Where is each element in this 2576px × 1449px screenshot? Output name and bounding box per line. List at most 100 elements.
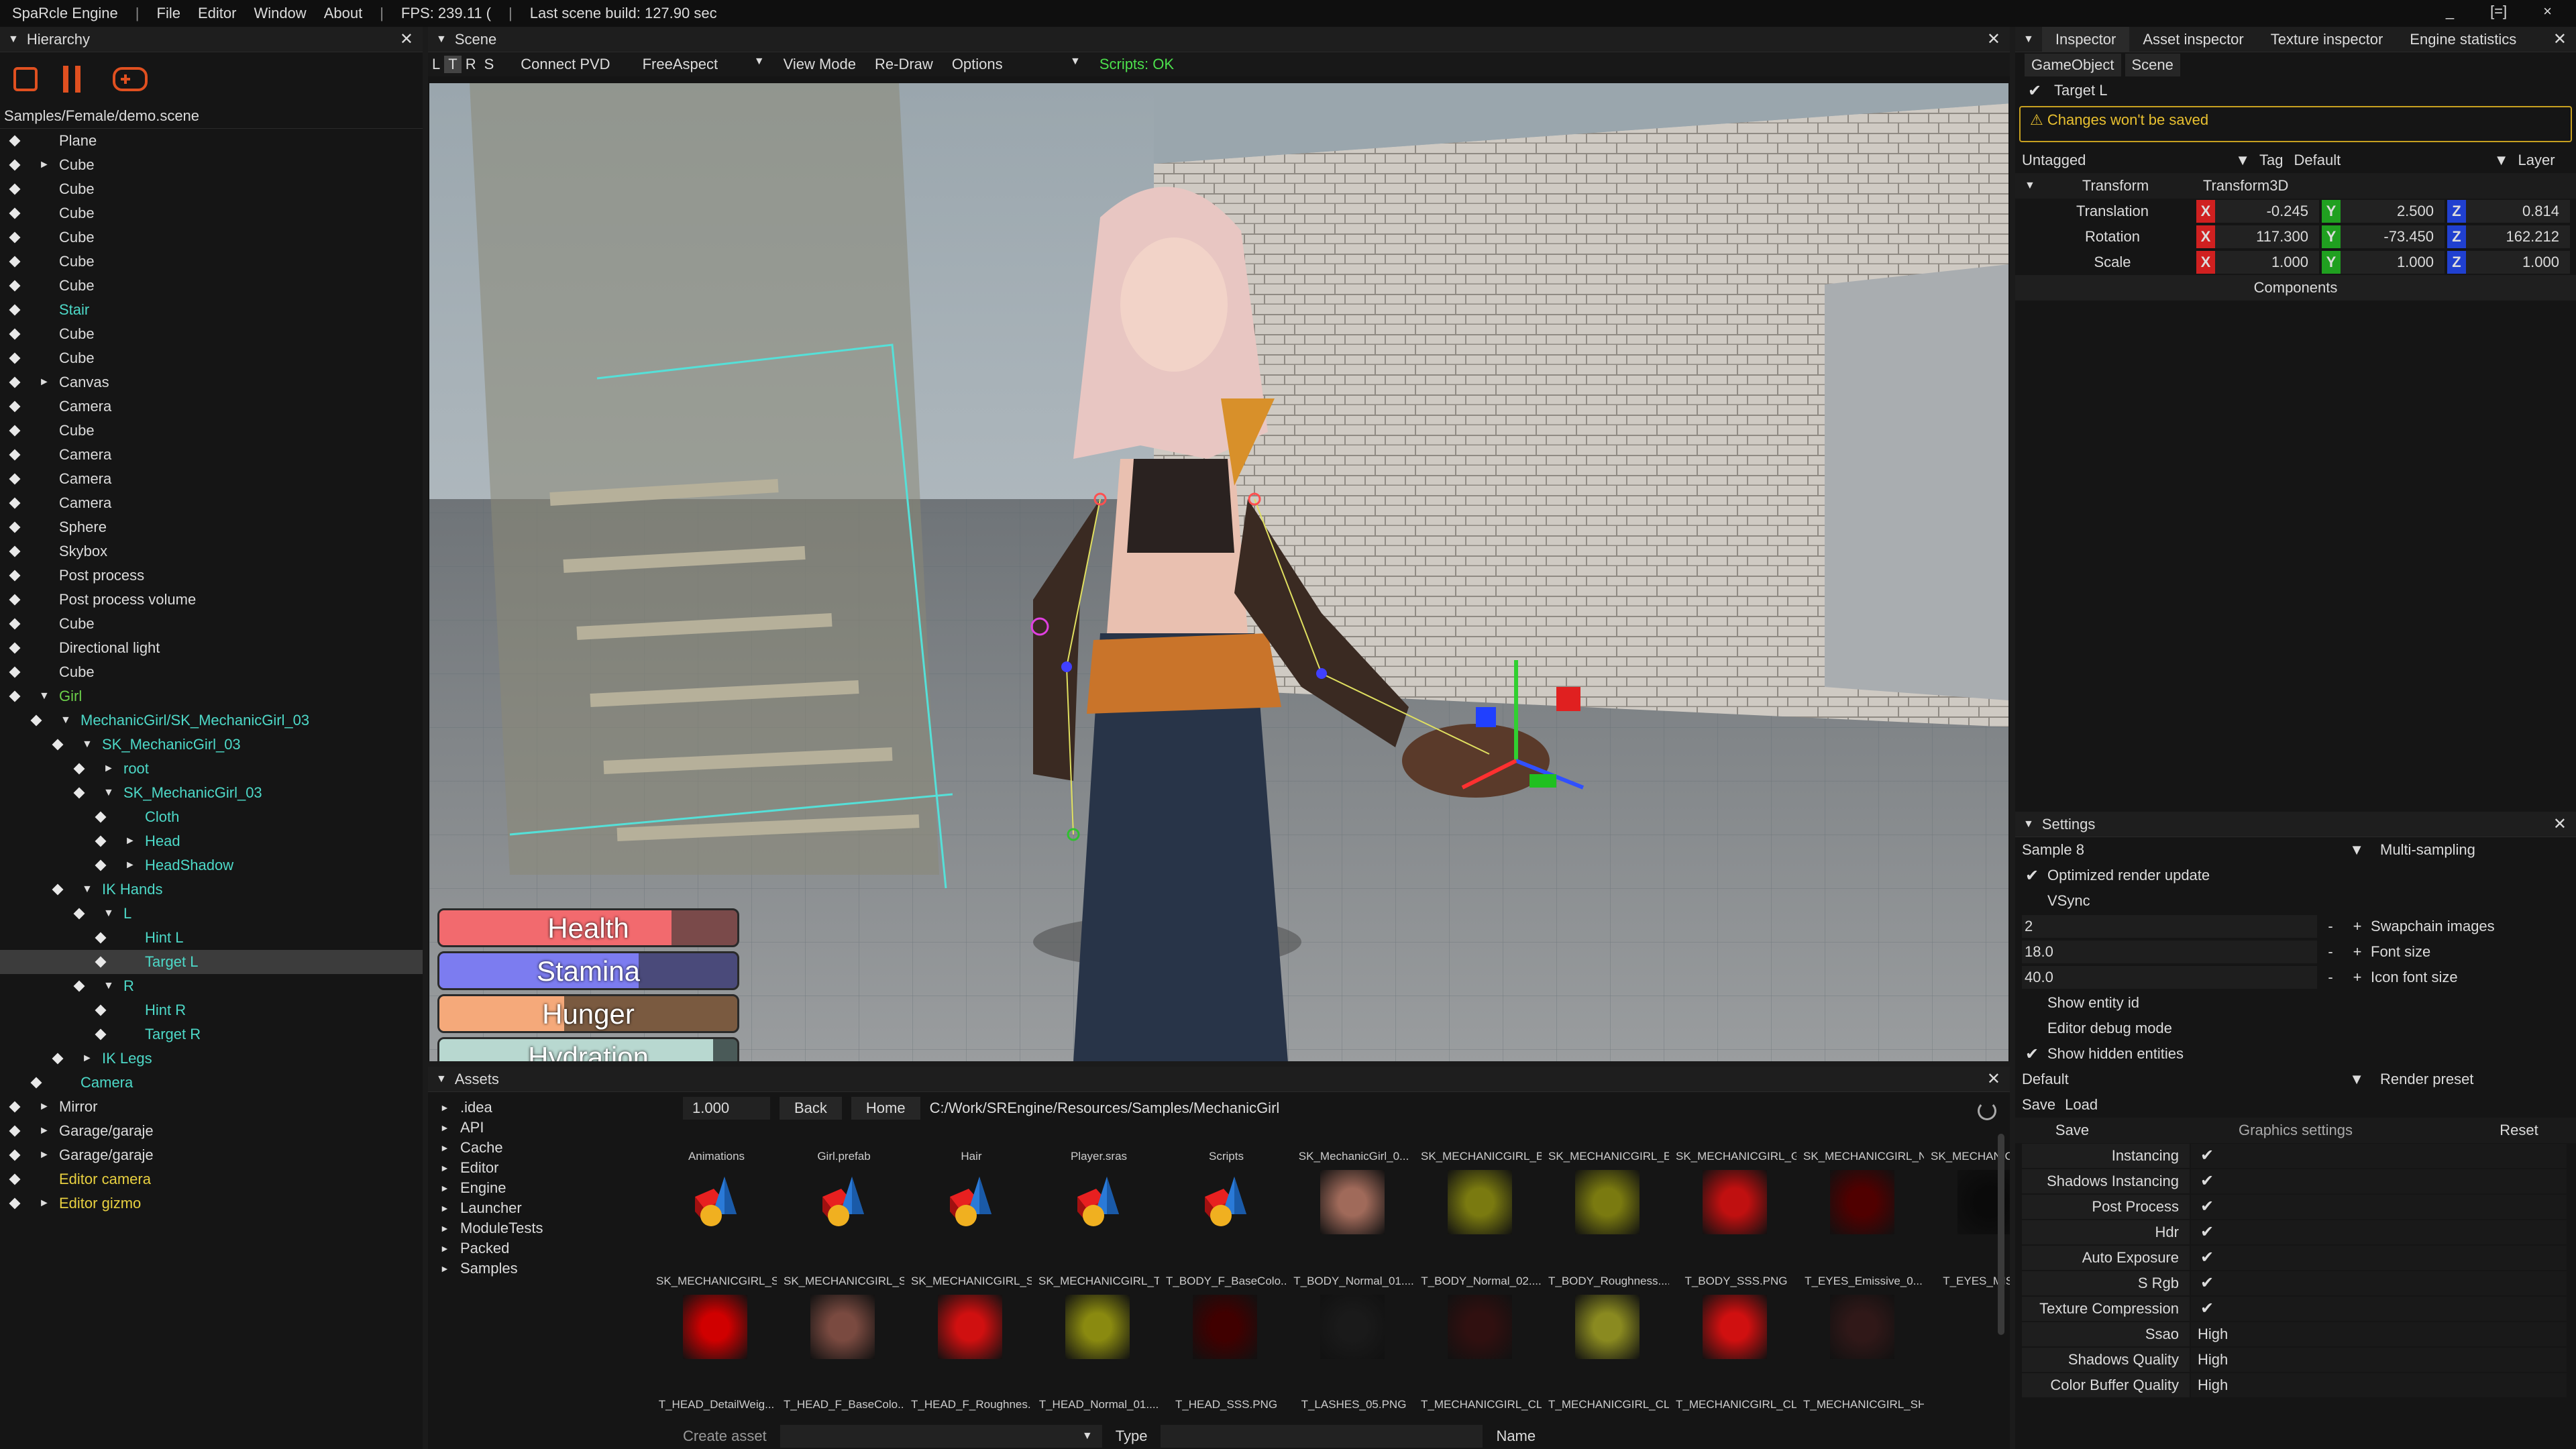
asset-item[interactable]	[1065, 1295, 1130, 1359]
connect-pvd-button[interactable]: Connect PVD	[511, 56, 619, 73]
graphics-setting-value[interactable]: High	[2191, 1322, 2567, 1346]
asset-item[interactable]	[1575, 1295, 1640, 1359]
tree-item[interactable]: Hint R	[0, 998, 423, 1022]
tree-item[interactable]: ▼ R	[0, 974, 423, 998]
tab-inspector[interactable]: Inspector	[2041, 27, 2130, 52]
expand-arrow-icon[interactable]: ▼	[82, 739, 93, 751]
collapse-icon[interactable]: ▼	[436, 34, 447, 46]
graphics-save-button[interactable]: Save	[2022, 1122, 2123, 1139]
gamepad-icon[interactable]	[113, 67, 148, 91]
create-asset-dropdown[interactable]: ▼	[780, 1425, 1102, 1448]
menu-file[interactable]: File	[157, 5, 180, 22]
show-hidden-checkbox[interactable]: ✔	[2022, 1044, 2042, 1064]
graphics-setting-value[interactable]: ✔	[2191, 1246, 2567, 1270]
tree-item[interactable]: ► Canvas	[0, 370, 423, 394]
menu-about[interactable]: About	[324, 5, 363, 22]
expand-arrow-icon[interactable]: ▼	[103, 980, 114, 992]
asset-item[interactable]	[1830, 1295, 1894, 1359]
collapse-icon[interactable]: ▼	[2023, 34, 2034, 46]
tree-item[interactable]: Cube	[0, 250, 423, 274]
scale-y-field[interactable]: 1.000	[2341, 251, 2445, 274]
back-button[interactable]: Back	[780, 1097, 842, 1120]
refresh-icon[interactable]	[1978, 1102, 1996, 1120]
tree-item[interactable]: Target R	[0, 1022, 423, 1046]
asset-item[interactable]	[810, 1295, 875, 1359]
scale-z-field[interactable]: 1.000	[2466, 251, 2570, 274]
translation-z-field[interactable]: 0.814	[2466, 200, 2570, 223]
tree-item[interactable]: ► HeadShadow	[0, 853, 423, 877]
expand-arrow-icon[interactable]: ▼	[103, 908, 114, 920]
asset-item[interactable]	[1703, 1170, 1767, 1234]
rotation-y-field[interactable]: -73.450	[2341, 225, 2445, 248]
expand-arrow-icon[interactable]: ▼	[60, 714, 71, 727]
graphics-reset-button[interactable]: Reset	[2469, 1122, 2569, 1139]
tree-item[interactable]: Cube	[0, 612, 423, 636]
scene-viewport[interactable]: Health Stamina Hunger Hydration	[429, 83, 2008, 1061]
tree-item[interactable]: Cube	[0, 660, 423, 684]
tree-item[interactable]: Camera	[0, 443, 423, 467]
asset-item[interactable]	[938, 1295, 1002, 1359]
folder-item[interactable]: ► Launcher	[440, 1198, 676, 1218]
zoom-field[interactable]: 1.000	[683, 1097, 770, 1120]
components-header[interactable]: Components	[2015, 275, 2576, 301]
graphics-setting-value[interactable]: ✔	[2191, 1220, 2567, 1244]
tree-item[interactable]: Post process	[0, 564, 423, 588]
graphics-setting-value[interactable]: ✔	[2191, 1271, 2567, 1295]
asset-item[interactable]	[1065, 1170, 1130, 1234]
tree-item[interactable]: Stair	[0, 298, 423, 322]
asset-item[interactable]	[1193, 1295, 1257, 1359]
asset-item[interactable]	[683, 1170, 747, 1234]
collapse-arrow-icon[interactable]: ►	[39, 159, 50, 171]
tree-item[interactable]: ▼ IK Hands	[0, 877, 423, 902]
transform-header[interactable]: ▼ Transform Transform3D	[2015, 173, 2576, 199]
increment-button[interactable]: +	[2344, 943, 2371, 961]
font-size-input[interactable]: 18.0	[2022, 941, 2317, 963]
collapse-arrow-icon[interactable]: ►	[39, 376, 50, 388]
tree-item[interactable]: ► Head	[0, 829, 423, 853]
translation-x-field[interactable]: -0.245	[2215, 200, 2319, 223]
asset-item[interactable]	[1448, 1170, 1512, 1234]
folder-item[interactable]: ► Samples	[440, 1258, 676, 1279]
aspect-dropdown[interactable]: FreeAspect ▼	[633, 56, 774, 73]
tree-item[interactable]: ► Garage/garaje	[0, 1119, 423, 1143]
close-icon[interactable]: ✕	[2553, 30, 2567, 49]
pause-icon[interactable]	[63, 66, 87, 93]
graphics-setting-value[interactable]: ✔	[2191, 1297, 2567, 1321]
tree-item[interactable]: ▼ MechanicGirl/SK_MechanicGirl_03	[0, 708, 423, 733]
graphics-setting-value[interactable]: High	[2191, 1373, 2567, 1397]
asset-item[interactable]	[1830, 1170, 1894, 1234]
options-dropdown[interactable]: Options ▼	[943, 56, 1090, 73]
graphics-setting-value[interactable]: ✔	[2191, 1195, 2567, 1219]
graphics-setting-value[interactable]: ✔	[2191, 1144, 2567, 1168]
collapse-icon[interactable]: ▼	[2023, 818, 2034, 830]
tree-item[interactable]: Sphere	[0, 515, 423, 539]
decrement-button[interactable]: -	[2317, 918, 2344, 935]
optimized-render-checkbox[interactable]: ✔	[2022, 866, 2042, 885]
mode-rotate-button[interactable]: R	[462, 56, 480, 73]
tree-item[interactable]: Cube	[0, 177, 423, 201]
tree-item[interactable]: ▼ Girl	[0, 684, 423, 708]
tree-item[interactable]: Plane	[0, 129, 423, 153]
home-button[interactable]: Home	[851, 1097, 920, 1120]
tree-item[interactable]: Directional light	[0, 636, 423, 660]
tree-item[interactable]: Cube	[0, 346, 423, 370]
render-preset-dropdown[interactable]: Default ▼	[2022, 1071, 2371, 1088]
collapse-arrow-icon[interactable]: ►	[39, 1149, 50, 1161]
maximize-button[interactable]: [=]	[2490, 3, 2507, 20]
asset-item[interactable]	[1320, 1170, 1385, 1234]
asset-item[interactable]	[1575, 1170, 1640, 1234]
folder-item[interactable]: ► API	[440, 1118, 676, 1138]
tree-item[interactable]: Cube	[0, 419, 423, 443]
mode-local-button[interactable]: L	[428, 56, 444, 73]
subtab-scene[interactable]: Scene	[2125, 54, 2180, 76]
folder-item[interactable]: ► ModuleTests	[440, 1218, 676, 1238]
menu-editor[interactable]: Editor	[198, 5, 236, 22]
tree-item[interactable]: ► Garage/garaje	[0, 1143, 423, 1167]
mode-scale-button[interactable]: S	[480, 56, 498, 73]
asset-item[interactable]	[1320, 1295, 1385, 1359]
asset-item[interactable]	[683, 1295, 747, 1359]
redraw-button[interactable]: Re-Draw	[865, 56, 943, 73]
folder-item[interactable]: ► Editor	[440, 1158, 676, 1178]
folder-item[interactable]: ► Cache	[440, 1138, 676, 1158]
tree-item[interactable]: ► Cube	[0, 153, 423, 177]
